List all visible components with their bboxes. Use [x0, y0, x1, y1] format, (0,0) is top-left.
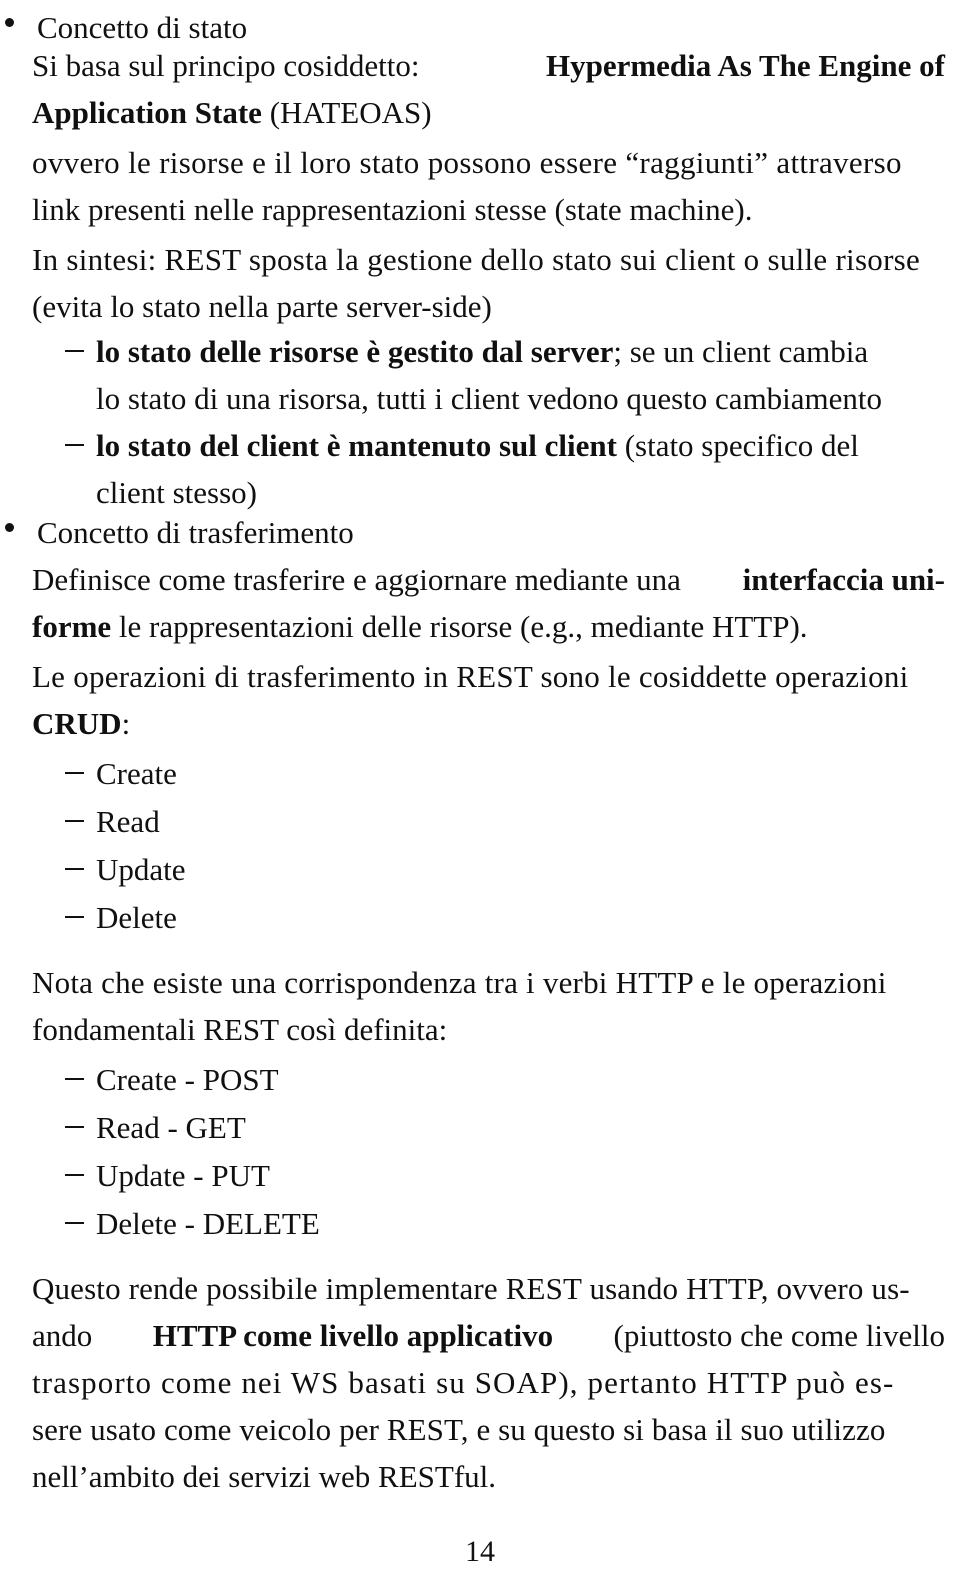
line-definisce-trasferire-2: forme le rappresentazioni delle risorse … [32, 603, 808, 651]
text-forme-bold: forme [32, 609, 112, 644]
bullet-dot-icon [5, 18, 14, 27]
dash-icon [65, 1174, 84, 1177]
list-item-map-create-label: Create - POST [96, 1062, 279, 1097]
dash-icon [65, 772, 84, 775]
text-fondamentali-rest-cosi-definita: fondamentali REST così definita: [32, 1012, 448, 1047]
text-lo-stato-di-una-risorsa: lo stato di una risorsa, tutti i client … [96, 381, 883, 416]
text-crud-colon: : [121, 706, 131, 741]
list-item-stato-client-line1: lo stato del client è mantenuto sul clie… [96, 422, 859, 470]
dash-icon [65, 916, 84, 919]
list-item-stato-risorse-line2: lo stato di una risorsa, tutti i client … [96, 375, 882, 423]
text-ando: ando [32, 1318, 101, 1353]
dash-icon [65, 1078, 84, 1081]
line-ovvero-risorse-1: ovvero le risorse e il loro stato posson… [32, 139, 945, 187]
text-application-state: Application State [32, 95, 262, 130]
line-closing-3: trasporto come nei WS basati su SOAP), p… [32, 1359, 945, 1407]
text-lo-stato-delle-risorse-bold: lo stato delle risorse è gestito dal ser… [96, 334, 614, 369]
bullet-dot-icon [5, 523, 14, 532]
text-le-operazioni-trasferimento: Le operazioni di trasferimento in REST s… [32, 659, 909, 694]
page-number: 14 [465, 1535, 495, 1568]
line-operazioni-crud-2: CRUD: [32, 700, 130, 748]
document-page: Concetto di stato Si basa sul principo c… [0, 0, 960, 1587]
line-closing-4: sere usato come veicolo per REST, e su q… [32, 1406, 945, 1454]
list-item-stato-risorse-line1: lo stato delle risorse è gestito dal ser… [96, 328, 868, 376]
dash-icon [65, 1126, 84, 1129]
line-ovvero-risorse-2: link presenti nelle rappresentazioni ste… [32, 186, 752, 234]
line-closing-5: nell’ambito dei servizi web RESTful. [32, 1453, 496, 1501]
text-lo-stato-del-client-bold: lo stato del client è mantenuto sul clie… [96, 428, 617, 463]
line-definisce-trasferire-1: Definisce come trasferire e aggiornare m… [32, 556, 945, 604]
text-sere-usato-veicolo-rest: sere usato come veicolo per REST, e su q… [32, 1412, 886, 1447]
line-operazioni-crud-1: Le operazioni di trasferimento in REST s… [32, 653, 945, 701]
text-link-presenti-rappresentazioni: link presenti nelle rappresentazioni ste… [32, 192, 753, 227]
list-item-crud-create-label: Create [96, 756, 177, 791]
line-in-sintesi-1: In sintesi: REST sposta la gestione dell… [32, 236, 945, 284]
line-closing-1: Questo rende possibile implementare REST… [32, 1265, 945, 1313]
text-crud-bold: CRUD [32, 706, 122, 741]
text-ovvero-risorse-stato: ovvero le risorse e il loro stato posson… [32, 145, 902, 180]
line-principio-hateoas-1: Si basa sul principo cosiddetto: Hyperme… [32, 42, 945, 90]
text-interfaccia-uni: interfaccia uni- [742, 562, 945, 597]
bullet-label-concetto-di-trasferimento: Concetto di trasferimento [37, 515, 354, 550]
list-item-crud-read-label: Read [96, 804, 160, 839]
dash-icon [65, 820, 84, 823]
text-nellambito-servizi-web-restful: nell’ambito dei servizi web RESTful. [32, 1459, 497, 1494]
text-si-basa-sul-principo: Si basa sul principo cosiddetto: [32, 48, 428, 83]
line-nota-corrispondenza-2: fondamentali REST così definita: [32, 1006, 447, 1054]
line-in-sintesi-2: (evita lo stato nella parte server-side) [32, 283, 492, 331]
text-hateoas-paren: (HATEOAS) [261, 95, 432, 130]
text-piuttosto-che-come-livello: (piuttosto che come livello [605, 1318, 945, 1353]
dash-icon [65, 350, 84, 353]
list-item-crud-update-label: Update [96, 852, 186, 887]
text-hypermedia-as-the-engine-of: Hypermedia As The Engine of [545, 48, 945, 83]
text-nota-corrispondenza-verbi: Nota che esiste una corrispondenza tra i… [32, 965, 887, 1000]
list-item-map-delete-label: Delete - DELETE [96, 1206, 320, 1241]
text-in-sintesi-rest-sposta: In sintesi: REST sposta la gestione dell… [32, 242, 921, 277]
dash-icon [65, 1222, 84, 1225]
text-evita-stato-server-side: (evita lo stato nella parte server-side) [32, 289, 492, 324]
line-nota-corrispondenza-1: Nota che esiste una corrispondenza tra i… [32, 959, 945, 1007]
text-http-come-livello-applicativo-bold: HTTP come livello applicativo [152, 1318, 554, 1353]
text-rappresentazioni-risorse-http: le rappresentazioni delle risorse (e.g.,… [111, 609, 808, 644]
text-questo-rende-possibile: Questo rende possibile implementare REST… [32, 1271, 910, 1306]
text-se-un-client-cambia: ; se un client cambia [613, 334, 869, 369]
list-item-crud-delete-label: Delete [96, 900, 177, 935]
dash-icon [65, 444, 84, 447]
text-definisce-come-trasferire: Definisce come trasferire e aggiornare m… [32, 562, 689, 597]
line-principio-hateoas-2: Application State (HATEOAS) [32, 89, 432, 137]
dash-icon [65, 868, 84, 871]
line-closing-2: ando HTTP come livello applicativo (piut… [32, 1312, 945, 1360]
list-item-map-read-label: Read - GET [96, 1110, 246, 1145]
list-item-map-update-label: Update - PUT [96, 1158, 270, 1193]
text-stato-specifico-del: (stato specifico del [616, 428, 859, 463]
text-trasporto-ws-soap-http-puo: trasporto come nei WS basati su SOAP), p… [32, 1365, 895, 1400]
